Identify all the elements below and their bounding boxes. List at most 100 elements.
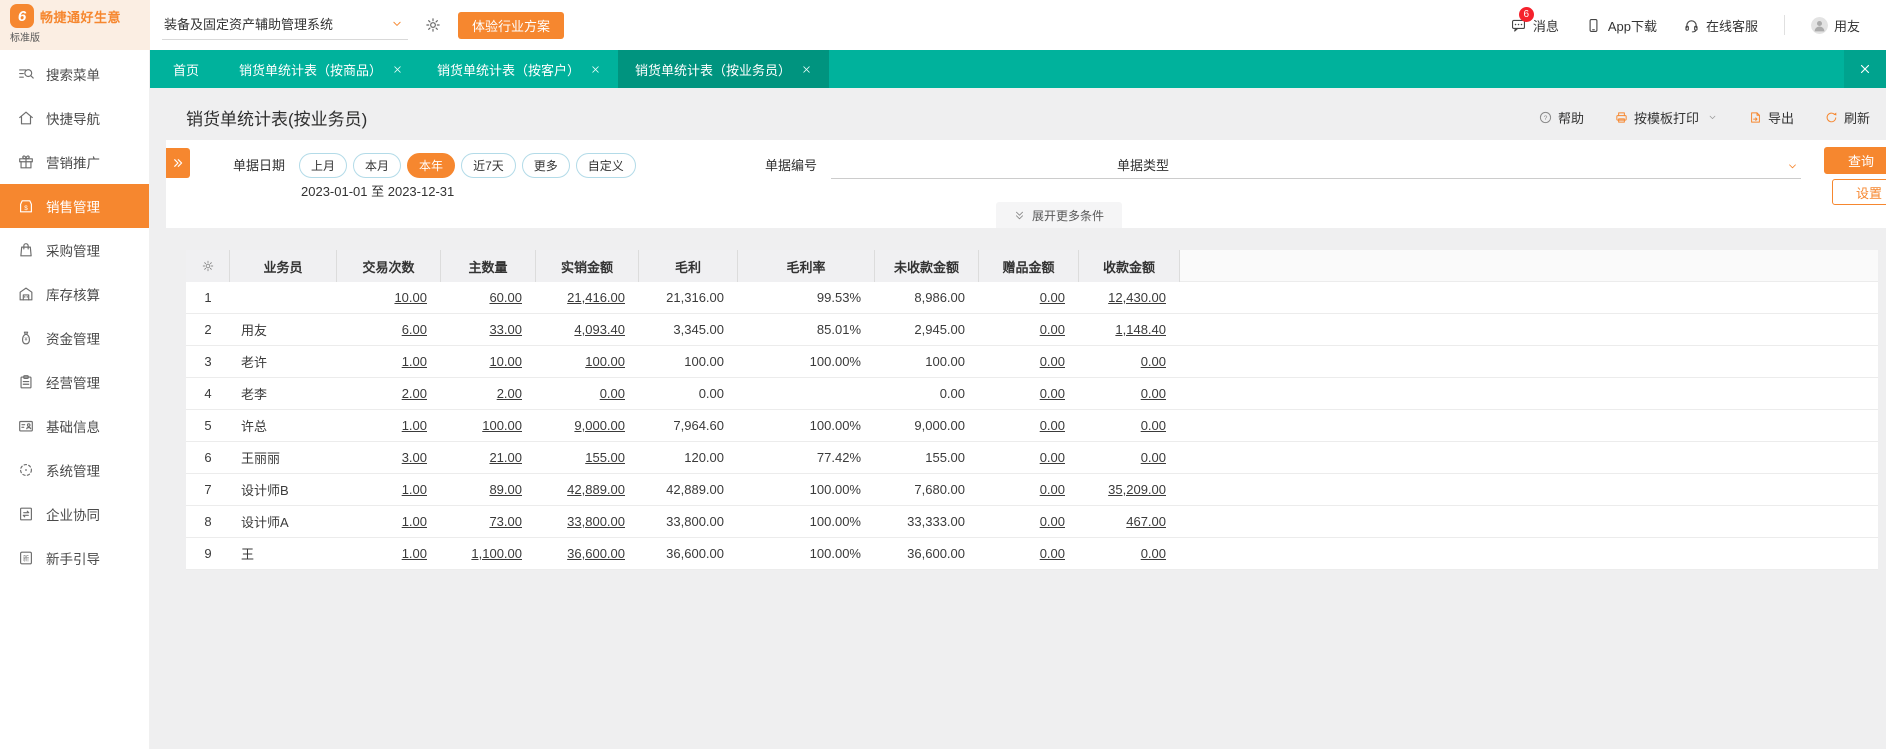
cell-value[interactable]: 6.00 [402, 322, 427, 337]
cell-赠品金额[interactable]: 0.00 [979, 378, 1079, 409]
cell-value[interactable]: 1.00 [402, 546, 427, 561]
cell-value[interactable]: 0.00 [1040, 514, 1065, 529]
cell-value[interactable]: 0.00 [1141, 450, 1166, 465]
cell-赠品金额[interactable]: 0.00 [979, 474, 1079, 505]
close-icon[interactable] [590, 64, 601, 75]
cell-收款金额[interactable]: 0.00 [1079, 346, 1180, 377]
cell-主数量[interactable]: 2.00 [441, 378, 536, 409]
date-preset-近7天[interactable]: 近7天 [461, 153, 516, 178]
sidebar-item-collaboration[interactable]: 企业协同 [0, 492, 149, 536]
close-icon[interactable] [392, 64, 403, 75]
cell-实销金额[interactable]: 155.00 [536, 442, 639, 473]
sidebar-item-inventory[interactable]: 库存核算 [0, 272, 149, 316]
cell-收款金额[interactable]: 0.00 [1079, 378, 1180, 409]
date-range-value[interactable]: 2023-01-01 至 2023-12-31 [299, 181, 636, 200]
tab-report-by-product[interactable]: 销货单统计表（按商品） [222, 50, 420, 88]
cell-value[interactable]: 12,430.00 [1108, 290, 1166, 305]
cell-value[interactable]: 100.00 [585, 354, 625, 369]
cell-主数量[interactable]: 89.00 [441, 474, 536, 505]
cell-value[interactable]: 0.00 [1141, 354, 1166, 369]
cell-赠品金额[interactable]: 0.00 [979, 538, 1079, 569]
cell-value[interactable]: 35,209.00 [1108, 482, 1166, 497]
query-button[interactable]: 查询 [1824, 147, 1886, 174]
date-preset-更多[interactable]: 更多 [521, 153, 570, 178]
cell-交易次数[interactable]: 2.00 [337, 378, 441, 409]
cell-收款金额[interactable]: 0.00 [1079, 538, 1180, 569]
cell-value[interactable]: 33.00 [489, 322, 522, 337]
cell-交易次数[interactable]: 1.00 [337, 410, 441, 441]
cell-交易次数[interactable]: 6.00 [337, 314, 441, 345]
cell-实销金额[interactable]: 9,000.00 [536, 410, 639, 441]
cell-value[interactable]: 0.00 [1040, 450, 1065, 465]
sidebar-item-funds[interactable]: ¥ 资金管理 [0, 316, 149, 360]
date-preset-本年[interactable]: 本年 [407, 153, 456, 178]
online-service-button[interactable]: 在线客服 [1683, 16, 1758, 35]
cell-实销金额[interactable]: 100.00 [536, 346, 639, 377]
cell-value[interactable]: 0.00 [1040, 354, 1065, 369]
cell-value[interactable]: 9,000.00 [574, 418, 625, 433]
cell-实销金额[interactable]: 42,889.00 [536, 474, 639, 505]
help-button[interactable]: ? 帮助 [1538, 108, 1584, 127]
date-preset-自定义[interactable]: 自定义 [575, 153, 636, 178]
cell-value[interactable]: 36,600.00 [567, 546, 625, 561]
system-select[interactable]: 装备及固定资产辅助管理系统 [162, 10, 408, 40]
cell-赠品金额[interactable]: 0.00 [979, 506, 1079, 537]
cell-主数量[interactable]: 1,100.00 [441, 538, 536, 569]
cell-value[interactable]: 60.00 [489, 290, 522, 305]
print-by-template-button[interactable]: 按模板打印 [1614, 108, 1718, 127]
cell-value[interactable]: 33,800.00 [567, 514, 625, 529]
cell-value[interactable]: 0.00 [1141, 386, 1166, 401]
cell-收款金额[interactable]: 467.00 [1079, 506, 1180, 537]
trial-solution-button[interactable]: 体验行业方案 [458, 11, 565, 39]
cell-主数量[interactable]: 10.00 [441, 346, 536, 377]
cell-交易次数[interactable]: 1.00 [337, 506, 441, 537]
cell-value[interactable]: 0.00 [1040, 386, 1065, 401]
cell-value[interactable]: 3.00 [402, 450, 427, 465]
cell-赠品金额[interactable]: 0.00 [979, 410, 1079, 441]
sidebar-item-operations[interactable]: 经营管理 [0, 360, 149, 404]
date-preset-本月[interactable]: 本月 [353, 153, 402, 178]
cell-交易次数[interactable]: 3.00 [337, 442, 441, 473]
cell-value[interactable]: 0.00 [1040, 482, 1065, 497]
tab-home[interactable]: 首页 [150, 50, 222, 88]
cell-value[interactable]: 155.00 [585, 450, 625, 465]
cell-主数量[interactable]: 100.00 [441, 410, 536, 441]
settings-button[interactable]: 设置 [1832, 179, 1886, 205]
cell-实销金额[interactable]: 33,800.00 [536, 506, 639, 537]
cell-交易次数[interactable]: 1.00 [337, 474, 441, 505]
cell-收款金额[interactable]: 0.00 [1079, 410, 1180, 441]
close-icon[interactable] [801, 64, 812, 75]
cell-交易次数[interactable]: 1.00 [337, 538, 441, 569]
sidebar-item-marketing[interactable]: 营销推广 [0, 140, 149, 184]
cell-value[interactable]: 0.00 [1040, 418, 1065, 433]
cell-赠品金额[interactable]: 0.00 [979, 282, 1079, 313]
cell-收款金额[interactable]: 35,209.00 [1079, 474, 1180, 505]
cell-value[interactable]: 1,100.00 [471, 546, 522, 561]
cell-实销金额[interactable]: 0.00 [536, 378, 639, 409]
cell-value[interactable]: 100.00 [482, 418, 522, 433]
cell-value[interactable]: 73.00 [489, 514, 522, 529]
sidebar-item-quick-nav[interactable]: 快捷导航 [0, 96, 149, 140]
cell-交易次数[interactable]: 1.00 [337, 346, 441, 377]
expand-more-conditions[interactable]: 展开更多条件 [996, 202, 1123, 228]
cell-value[interactable]: 10.00 [394, 290, 427, 305]
cell-value[interactable]: 0.00 [1141, 418, 1166, 433]
cell-实销金额[interactable]: 36,600.00 [536, 538, 639, 569]
cell-value[interactable]: 4,093.40 [574, 322, 625, 337]
cell-收款金额[interactable]: 0.00 [1079, 442, 1180, 473]
cell-主数量[interactable]: 60.00 [441, 282, 536, 313]
cell-实销金额[interactable]: 4,093.40 [536, 314, 639, 345]
date-preset-上月[interactable]: 上月 [299, 153, 348, 178]
cell-赠品金额[interactable]: 0.00 [979, 442, 1079, 473]
cell-value[interactable]: 1,148.40 [1115, 322, 1166, 337]
cell-收款金额[interactable]: 1,148.40 [1079, 314, 1180, 345]
cell-value[interactable]: 0.00 [1040, 546, 1065, 561]
export-button[interactable]: 导出 [1748, 108, 1794, 127]
sidebar-item-base-info[interactable]: 基础信息 [0, 404, 149, 448]
cell-value[interactable]: 10.00 [489, 354, 522, 369]
user-menu[interactable]: 用友 [1810, 16, 1860, 35]
cell-value[interactable]: 1.00 [402, 354, 427, 369]
cell-主数量[interactable]: 73.00 [441, 506, 536, 537]
cell-value[interactable]: 89.00 [489, 482, 522, 497]
messages-button[interactable]: 消息 6 [1510, 6, 1559, 35]
